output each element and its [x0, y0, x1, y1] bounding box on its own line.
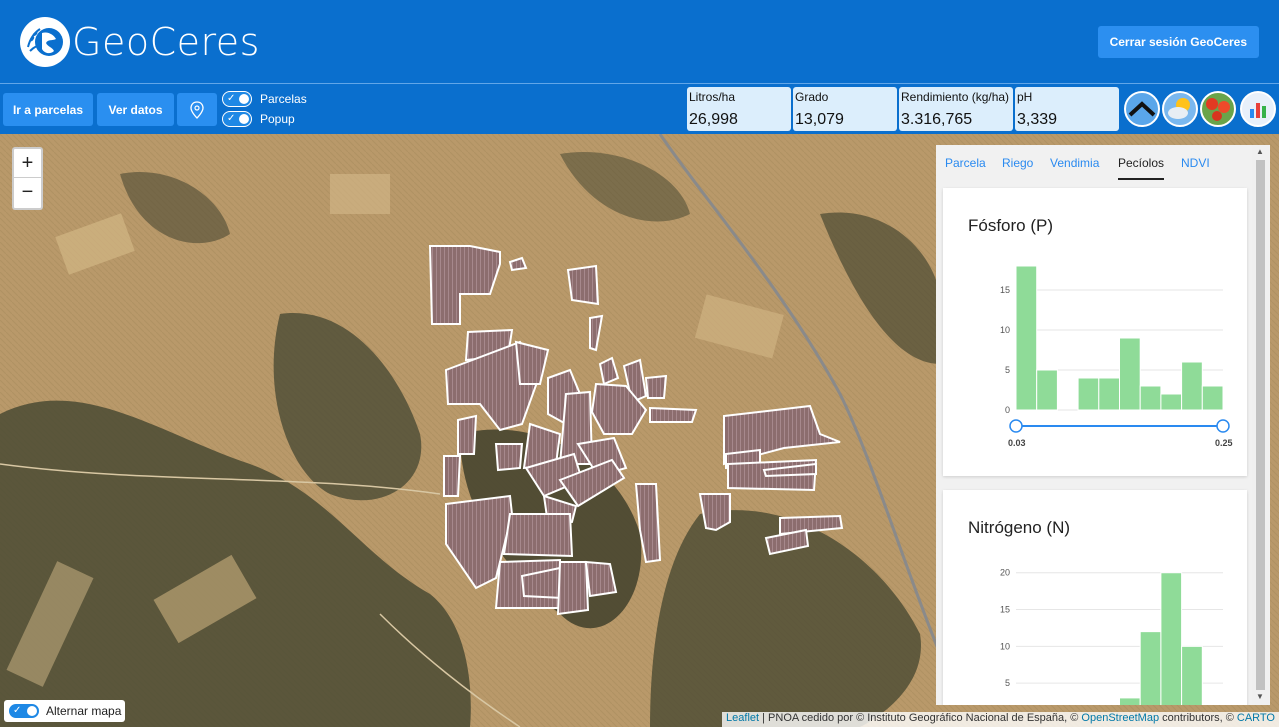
view-data-button[interactable]: Ver datos	[97, 93, 174, 126]
leaflet-link[interactable]: Leaflet	[726, 712, 759, 724]
zoom-control: + −	[12, 147, 43, 210]
y-tick-label: 15	[1000, 605, 1010, 615]
y-tick-label: 5	[1005, 365, 1010, 375]
histogram-bar	[1077, 377, 1100, 411]
nitrogen-chart-card: Nitrógeno (N) 5 10 15 20	[943, 490, 1247, 705]
tab-peciolos[interactable]: Pecíolos	[1118, 156, 1165, 180]
osm-link[interactable]: OpenStreetMap	[1081, 712, 1159, 724]
phosphorus-chart-card: Fósforo (P) 0 5 10 15 0.03 0.25	[943, 188, 1247, 476]
histogram-bar	[1119, 697, 1141, 705]
range-min-label: 0.03	[1008, 438, 1026, 448]
scroll-up-icon[interactable]: ▲	[1256, 147, 1264, 156]
histogram-bar	[1181, 645, 1203, 705]
histogram-bar	[1160, 572, 1183, 705]
bar-chart-icon[interactable]	[1240, 91, 1276, 127]
histogram-bar	[1015, 265, 1038, 411]
toggle-map-control[interactable]: ✓ Alternar mapa	[4, 700, 126, 722]
location-button[interactable]	[177, 93, 217, 126]
stat-ph: pH 3,339	[1015, 87, 1119, 131]
zoom-in-button[interactable]: +	[14, 149, 41, 178]
stat-label: pH	[1017, 90, 1033, 104]
y-tick-label: 5	[1005, 678, 1010, 688]
stat-label: Grado	[795, 90, 829, 104]
globe-logo-icon	[20, 17, 70, 67]
histogram-bar	[1181, 361, 1203, 411]
stat-label: Rendimiento (kg/ha)	[901, 90, 1010, 104]
y-tick-label: 15	[1000, 285, 1010, 295]
map-pin-icon	[190, 100, 204, 119]
phosphorus-histogram: 0 5 10 15 0.03 0.25	[1000, 265, 1233, 448]
logout-button[interactable]: Cerrar sesión GeoCeres	[1097, 26, 1259, 58]
parcels-toggle[interactable]: ✓ Parcelas	[222, 91, 307, 107]
stat-degree: Grado 13,079	[793, 87, 897, 131]
y-tick-label: 10	[1000, 325, 1010, 335]
toggle-map-label: Alternar mapa	[46, 704, 122, 718]
histogram-bar	[1139, 631, 1162, 705]
popup-toggle[interactable]: ✓ Popup	[222, 111, 295, 127]
stat-value: 3,339	[1017, 111, 1058, 128]
histogram-bar	[1036, 369, 1058, 411]
scroll-thumb[interactable]	[1256, 160, 1265, 690]
histogram-bar	[1098, 377, 1121, 411]
stat-value: 13,079	[795, 111, 844, 128]
y-tick-label: 0	[1005, 405, 1010, 415]
tab-parcela[interactable]: Parcela	[945, 156, 986, 170]
histogram-bar	[1201, 385, 1224, 411]
tab-vendimia[interactable]: Vendimia	[1050, 156, 1099, 170]
range-slider-min-handle[interactable]	[1009, 419, 1023, 433]
app-title: GeoCeres	[72, 20, 260, 64]
tab-ndvi[interactable]: NDVI	[1181, 156, 1210, 170]
nitrogen-histogram: 5 10 15 20	[1000, 568, 1224, 705]
popup-toggle-label: Popup	[260, 112, 295, 126]
carto-link[interactable]: CARTO	[1237, 712, 1275, 724]
stat-liters-per-ha: Litros/ha 26,998	[687, 87, 791, 131]
panel-tabs: Parcela Riego Vendimia Pecíolos NDVI	[936, 145, 1256, 183]
y-tick-label: 10	[1000, 641, 1010, 651]
range-slider-max-handle[interactable]	[1216, 419, 1230, 433]
tab-riego[interactable]: Riego	[1002, 156, 1033, 170]
attribution-text: contributors, ©	[1159, 712, 1237, 724]
stat-yield: Rendimiento (kg/ha) 3.316,765	[899, 87, 1013, 131]
stat-value: 26,998	[689, 111, 738, 128]
scroll-down-icon[interactable]: ▼	[1256, 692, 1264, 701]
side-panel: Parcela Riego Vendimia Pecíolos NDVI Fós…	[936, 145, 1270, 705]
zoom-out-button[interactable]: −	[14, 178, 41, 207]
terrain-icon[interactable]	[1124, 91, 1160, 127]
toggle-map-switch[interactable]: ✓	[8, 703, 40, 719]
histogram-bar	[1119, 337, 1141, 411]
histogram-bar	[1160, 393, 1183, 411]
range-max-label: 0.25	[1215, 438, 1233, 448]
attribution-text: | PNOA cedido por © Instituto Geográfico…	[759, 712, 1082, 724]
poppy-field-icon[interactable]	[1200, 91, 1236, 127]
toggle-switch[interactable]: ✓	[222, 111, 252, 127]
panel-scrollbar[interactable]: ▲ ▼	[1252, 145, 1269, 705]
map-attribution: Leaflet | PNOA cedido por © Instituto Ge…	[722, 712, 1279, 727]
app-header: GeoCeres Cerrar sesión GeoCeres	[0, 0, 1279, 84]
histogram-bar	[1139, 385, 1162, 411]
go-to-parcels-button[interactable]: Ir a parcelas	[3, 93, 93, 126]
parcels-toggle-label: Parcelas	[260, 92, 307, 106]
stat-label: Litros/ha	[689, 90, 736, 104]
y-tick-label: 20	[1000, 568, 1010, 578]
stat-value: 3.316,765	[901, 111, 973, 128]
weather-icon[interactable]	[1162, 91, 1198, 127]
toggle-switch[interactable]: ✓	[222, 91, 252, 107]
